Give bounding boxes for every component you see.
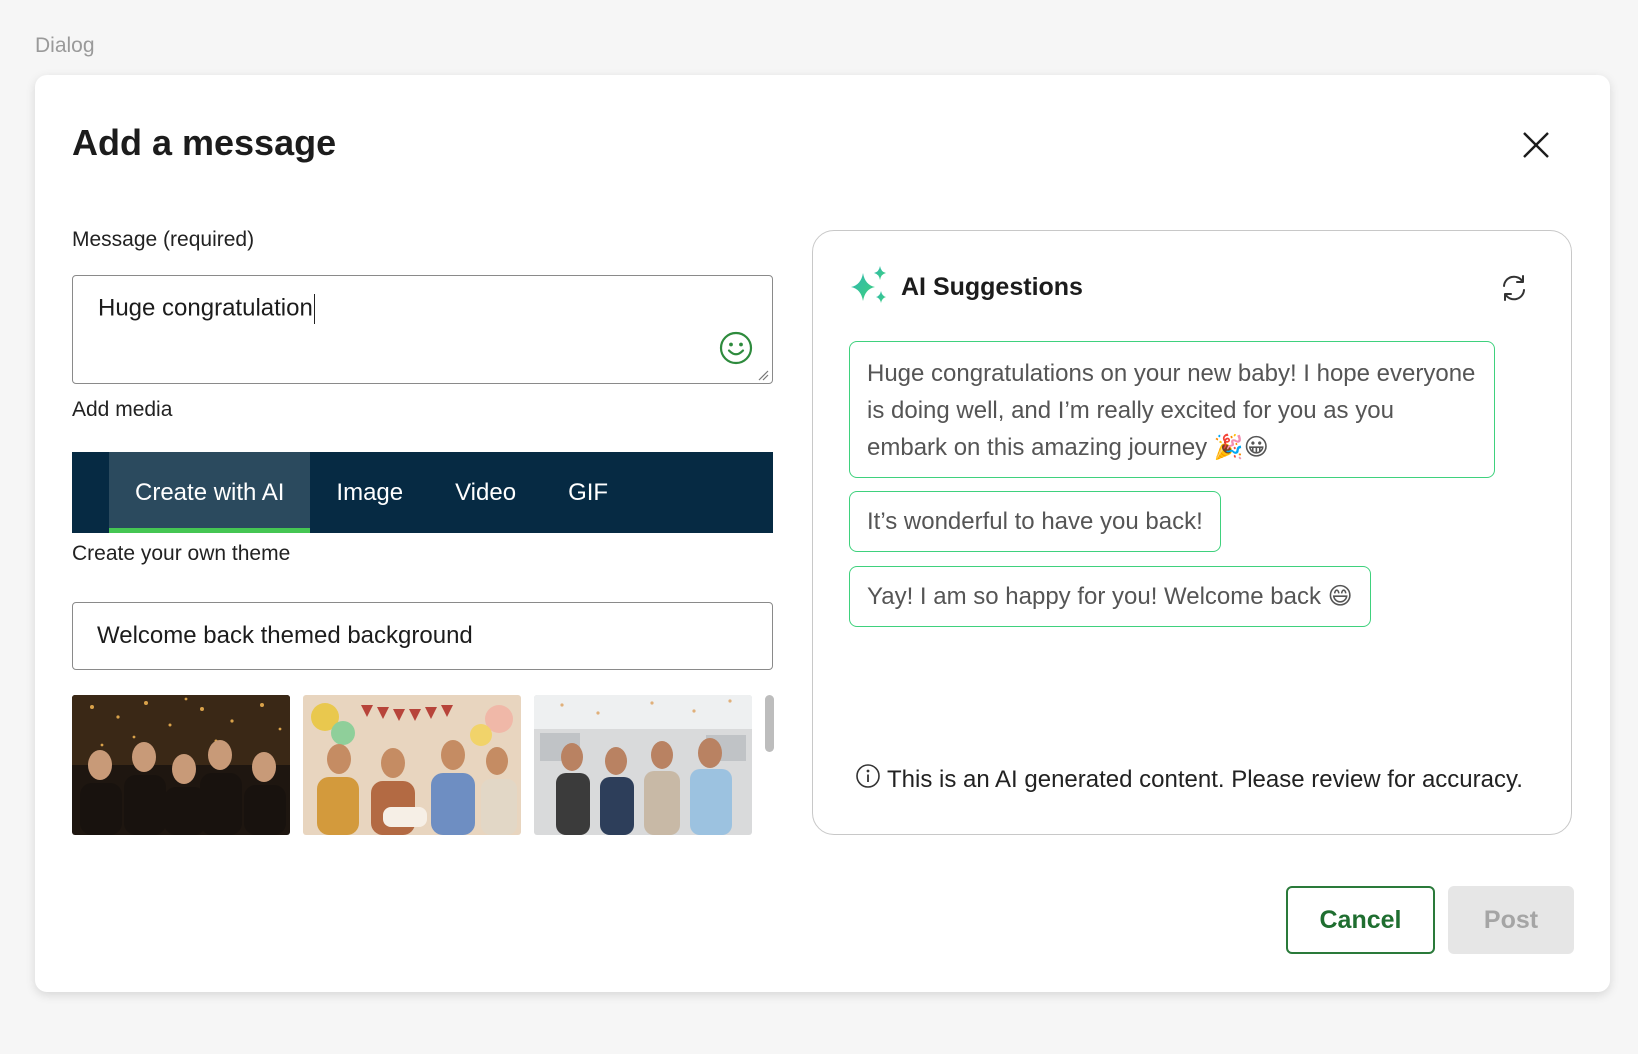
cancel-button[interactable]: Cancel bbox=[1286, 886, 1435, 954]
ai-disclaimer: This is an AI generated content. Please … bbox=[855, 763, 1523, 796]
message-label: Message (required) bbox=[72, 228, 255, 251]
frame-label: Dialog bbox=[35, 34, 95, 57]
tab-gif[interactable]: GIF bbox=[542, 452, 634, 533]
tab-create-with-ai[interactable]: Create with AI bbox=[109, 452, 311, 533]
theme-label: Create your own theme bbox=[72, 542, 291, 565]
office-celebration-image[interactable] bbox=[534, 695, 752, 835]
ai-sparkle-icon bbox=[849, 265, 889, 310]
celebration-confetti-party-image[interactable] bbox=[72, 695, 290, 835]
thumbnail-scrollbar[interactable] bbox=[765, 695, 774, 752]
media-tabs: Create with AI Image Video GIF bbox=[72, 452, 773, 533]
ai-suggestions-header: AI Suggestions bbox=[849, 265, 1083, 310]
dialog-title: Add a message bbox=[72, 122, 337, 163]
theme-input[interactable]: Welcome back themed background bbox=[72, 602, 773, 670]
suggestion-card[interactable]: It’s wonderful to have you back! bbox=[849, 491, 1221, 552]
tab-video[interactable]: Video bbox=[429, 452, 542, 533]
add-message-dialog: Add a message Message (required) Huge co… bbox=[35, 75, 1610, 992]
resize-handle-icon[interactable] bbox=[757, 368, 769, 381]
post-button[interactable]: Post bbox=[1448, 886, 1574, 954]
emoji-icon[interactable] bbox=[718, 330, 754, 366]
refresh-icon[interactable] bbox=[1499, 273, 1529, 303]
add-media-label: Add media bbox=[72, 398, 173, 421]
message-text: Huge congratulation bbox=[98, 294, 316, 324]
suggestion-card[interactable]: Huge congratulations on your new baby! I… bbox=[849, 341, 1495, 478]
ai-suggestions-panel: AI Suggestions Huge congratulations on y… bbox=[812, 230, 1572, 835]
close-icon[interactable] bbox=[1518, 127, 1554, 163]
welcome-baby-party-image[interactable] bbox=[303, 695, 521, 835]
ai-suggestions-title: AI Suggestions bbox=[901, 272, 1083, 301]
ai-disclaimer-text: This is an AI generated content. Please … bbox=[887, 765, 1523, 793]
tab-image[interactable]: Image bbox=[310, 452, 429, 533]
text-caret bbox=[313, 294, 316, 324]
message-textarea[interactable]: Huge congratulation bbox=[72, 275, 773, 384]
info-icon bbox=[855, 763, 881, 796]
suggestion-card[interactable]: Yay! I am so happy for you! Welcome back… bbox=[849, 566, 1371, 627]
